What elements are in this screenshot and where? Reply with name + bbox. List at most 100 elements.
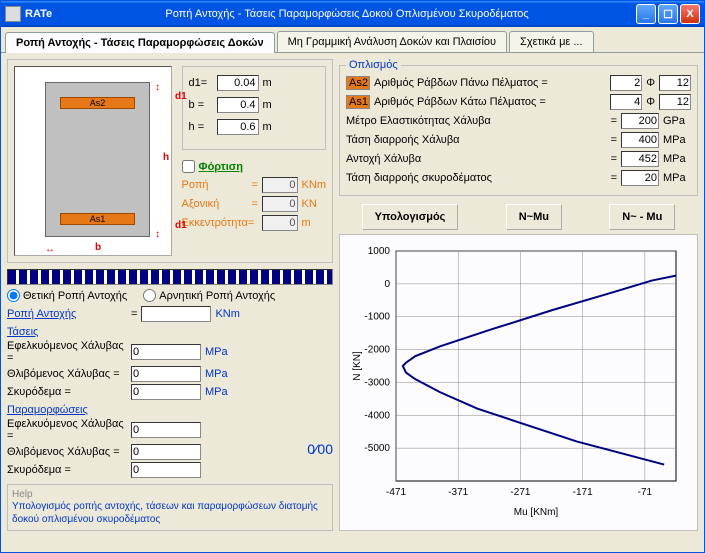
b-unit: m — [263, 99, 277, 111]
fy-label: Τάση διαρροής Χάλυβα — [346, 134, 607, 146]
rebar-top-icon: As2 — [60, 97, 135, 109]
rebar-bottom-icon: As1 — [60, 213, 135, 225]
action-buttons: Υπολογισμός N~Mu N~ - Mu — [339, 200, 698, 234]
tab-bar: Ροπή Αντοχής - Τάσεις Παραμορφώσεις Δοκώ… — [1, 27, 704, 53]
permil-unit: 0⁄00 — [307, 441, 333, 457]
bot-bars-label: Αριθμός Ράβδων Κάτω Πέλματος = — [374, 96, 606, 108]
strains-title: Παραμορφώσεις — [7, 404, 333, 416]
help-title: Help — [12, 489, 328, 500]
ra-unit: KNm — [215, 308, 239, 320]
tab-about[interactable]: Σχετικά με ... — [509, 31, 594, 52]
top-bars-diameter-input[interactable] — [659, 75, 691, 91]
bot-bars-diameter-input[interactable] — [659, 94, 691, 110]
E-input[interactable] — [621, 113, 659, 129]
top-bars-count-input[interactable] — [610, 75, 642, 91]
h-unit: m — [263, 121, 277, 133]
arrow-icon: ↕ — [155, 229, 160, 240]
moment-unit: KNm — [302, 179, 326, 191]
minimize-button[interactable]: _ — [636, 4, 656, 24]
concrete-stress-label: Σκυρόδεμα = — [7, 386, 127, 398]
b-input[interactable] — [217, 97, 259, 113]
stresses-title: Τάσεις — [7, 326, 333, 338]
svg-text:-5000: -5000 — [364, 443, 390, 454]
close-button[interactable]: X — [680, 4, 700, 24]
d1-unit: m — [263, 77, 277, 89]
beam-diagram: As2 As1 h b d1 d1 ↕ ↕ ↔ — [14, 66, 172, 256]
calculate-button[interactable]: Υπολογισμός — [362, 204, 459, 230]
dim-b-label: b — [95, 242, 101, 253]
app-icon — [5, 6, 21, 22]
axial-label: Αξονική — [182, 198, 252, 210]
cross-section-panel: As2 As1 h b d1 d1 ↕ ↕ ↔ d1= m — [7, 59, 333, 263]
interaction-chart: -471 -371 -271 -171 -71 -5000 -4000 -3000 -2000 -… — [339, 234, 698, 531]
top-bars-label: Αριθμός Ράβδων Πάνω Πέλματος = — [374, 77, 606, 89]
ecc-label: Εκκεντρότητα= — [182, 217, 262, 229]
arrow-icon: ↔ — [45, 244, 55, 255]
svg-text:-1000: -1000 — [364, 312, 390, 323]
compression-steel-label: Θλιβόμενος Χάλυβας = — [7, 368, 127, 380]
ecc-input — [262, 215, 298, 231]
neg-moment-radio[interactable]: Αρνητική Ροπή Αντοχής — [143, 289, 275, 302]
concrete-stress-output — [131, 384, 201, 400]
maximize-button[interactable]: ☐ — [658, 4, 678, 24]
dim-d1-top: d1 — [175, 91, 187, 102]
as2-tag: As2 — [346, 76, 370, 90]
chart-svg: -471 -371 -271 -171 -71 -5000 -4000 -3000 -2000 -… — [346, 241, 686, 521]
tension-strain-label: Εφελκυόμενος Χάλυβας = — [7, 418, 127, 442]
tension-strain-output — [131, 422, 201, 438]
n-mu-button[interactable]: N~Mu — [506, 204, 562, 230]
d1-label: d1= — [189, 77, 213, 89]
pos-moment-radio[interactable]: Θετική Ροπή Αντοχής — [7, 289, 127, 302]
loading-box: Φόρτιση Ροπή = KNm Αξονική = KN — [182, 160, 326, 231]
svg-text:1000: 1000 — [368, 246, 391, 257]
moment-label: Ροπή — [182, 179, 252, 191]
fc-input[interactable] — [621, 170, 659, 186]
fy-input[interactable] — [621, 132, 659, 148]
tab-moment-resistance[interactable]: Ροπή Αντοχής - Τάσεις Παραμορφώσεις Δοκώ… — [5, 32, 275, 53]
dimension-inputs: d1= m b = m h = m — [182, 66, 326, 150]
tension-steel-output — [131, 344, 201, 360]
svg-text:-471: -471 — [386, 487, 406, 498]
h-label: h = — [189, 121, 213, 133]
moment-sign-radios: Θετική Ροπή Αντοχής Αρνητική Ροπή Αντοχή… — [7, 289, 333, 302]
h-input[interactable] — [217, 119, 259, 135]
as1-tag: As1 — [346, 95, 370, 109]
svg-text:-271: -271 — [510, 487, 530, 498]
loading-title: Φόρτιση — [199, 161, 243, 173]
svg-text:Mu [KNm]: Mu [KNm] — [514, 507, 559, 518]
arrow-icon: ↕ — [155, 82, 160, 93]
fu-input[interactable] — [621, 151, 659, 167]
svg-text:-371: -371 — [448, 487, 468, 498]
help-text: Υπολογισμός ροπής αντοχής, τάσεων και πα… — [12, 500, 328, 526]
loading-checkbox[interactable] — [182, 160, 195, 173]
dim-h-label: h — [163, 152, 169, 163]
svg-text:-71: -71 — [638, 487, 653, 498]
titlebar: RATe Ροπή Αντοχής - Τάσεις Παραμορφώσεις… — [1, 1, 704, 27]
b-label: b = — [189, 99, 213, 111]
dim-d1-bot: d1 — [175, 220, 187, 231]
svg-text:N [KN]: N [KN] — [352, 351, 363, 381]
window-subtitle: Ροπή Αντοχής - Τάσεις Παραμορφώσεις Δοκο… — [58, 8, 636, 20]
app-name: RATe — [25, 8, 52, 20]
compression-steel-output — [131, 366, 201, 382]
svg-text:-2000: -2000 — [364, 345, 390, 356]
svg-text:0: 0 — [384, 279, 390, 290]
tab-nonlinear-analysis[interactable]: Μη Γραμμική Ανάλυση Δοκών και Πλαισίου — [277, 31, 507, 52]
moment-resistance-label: Ροπή Αντοχής — [7, 308, 127, 320]
svg-text:-171: -171 — [573, 487, 593, 498]
compression-strain-label: Θλιβόμενος Χάλυβας = — [7, 446, 127, 458]
progress-bar — [7, 269, 333, 285]
d1-input[interactable] — [217, 75, 259, 91]
axial-unit: KN — [302, 198, 317, 210]
moment-input — [262, 177, 298, 193]
svg-text:-3000: -3000 — [364, 377, 390, 388]
axial-input — [262, 196, 298, 212]
reinforcement-fieldset: Οπλισμός As2 Αριθμός Ράβδων Πάνω Πέλματο… — [339, 59, 698, 196]
E-label: Μέτρο Ελαστικότητας Χάλυβα — [346, 115, 607, 127]
n-neg-mu-button[interactable]: N~ - Mu — [609, 204, 675, 230]
moment-resistance-output — [141, 306, 211, 322]
concrete-strain-output — [131, 462, 201, 478]
fc-label: Τάση διαρροής σκυροδέματος — [346, 172, 607, 184]
svg-text:-4000: -4000 — [364, 410, 390, 421]
bot-bars-count-input[interactable] — [610, 94, 642, 110]
